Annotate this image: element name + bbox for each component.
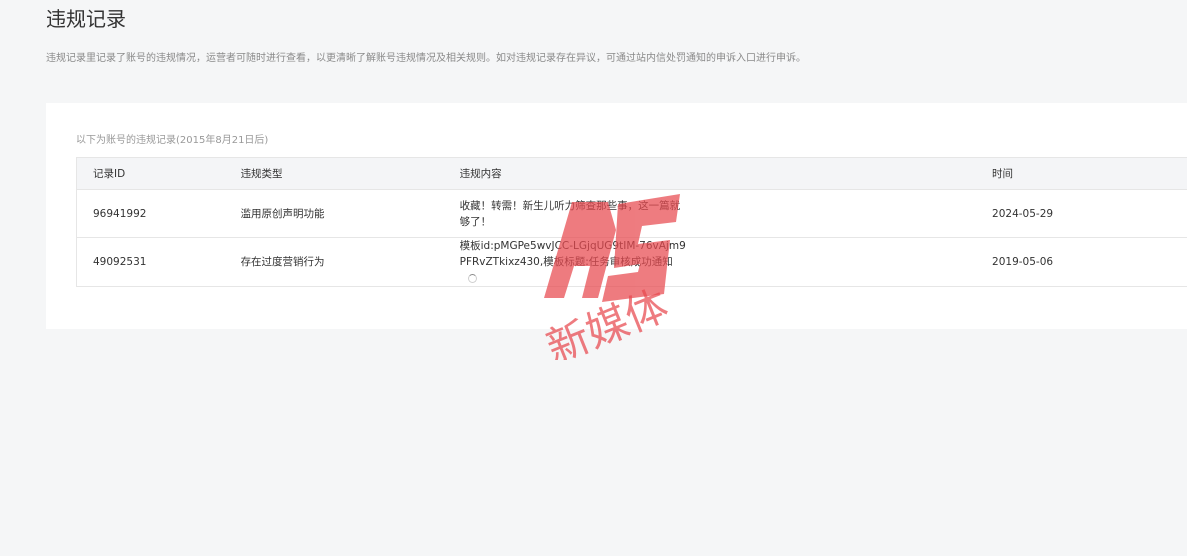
records-table: 记录ID 违规类型 违规内容 时间 96941992 滥用原创声明功能 收藏！转… (75, 157, 1187, 287)
records-card: 以下为账号的违规记录(2015年8月21日后) 记录ID 违规类型 违规内容 时… (46, 103, 1187, 329)
page-description: 违规记录里记录了账号的违规情况，运营者可随时进行查看，以更清晰了解账号违规情况及… (46, 53, 806, 64)
page-title: 违规记录 (46, 7, 126, 31)
record-time: 2019-05-06 (976, 237, 1187, 287)
column-header-id: 记录ID (75, 157, 225, 190)
column-header-type: 违规类型 (224, 157, 444, 190)
record-type-link[interactable]: 存在过度营销行为 (224, 237, 444, 287)
record-content[interactable]: 收藏！转需！新生儿听力筛查那些事，这一篇就够了！ (460, 198, 690, 230)
records-note: 以下为账号的违规记录(2015年8月21日后) (76, 135, 269, 146)
table-row: 96941992 滥用原创声明功能 收藏！转需！新生儿听力筛查那些事，这一篇就够… (75, 189, 1187, 238)
column-header-time: 时间 (976, 157, 1187, 190)
record-content-cell: 模板id:pMGPe5wvJCC-LGjqUG9tIM-76vAjm9PFRvZ… (443, 237, 977, 287)
record-content-cell: 收藏！转需！新生儿听力筛查那些事，这一篇就够了！ (443, 189, 977, 238)
record-content: 模板id:pMGPe5wvJCC-LGjqUG9tIM-76vAjm9PFRvZ… (460, 238, 690, 286)
record-time: 2024-05-29 (976, 189, 1187, 238)
violation-records-page: 违规记录 违规记录里记录了账号的违规情况，运营者可随时进行查看，以更清晰了解账号… (0, 0, 1187, 556)
table-row: 49092531 存在过度营销行为 模板id:pMGPe5wvJCC-LGjqU… (75, 237, 1187, 287)
record-id: 96941992 (75, 189, 225, 238)
record-id: 49092531 (75, 237, 225, 287)
table-header-row: 记录ID 违规类型 违规内容 时间 (75, 157, 1187, 190)
record-type-link[interactable]: 滥用原创声明功能 (224, 189, 444, 238)
record-content-text: 模板id:pMGPe5wvJCC-LGjqUG9tIM-76vAjm9PFRvZ… (459, 240, 686, 268)
loading-spinner-icon (467, 273, 477, 283)
column-header-content: 违规内容 (443, 157, 977, 190)
